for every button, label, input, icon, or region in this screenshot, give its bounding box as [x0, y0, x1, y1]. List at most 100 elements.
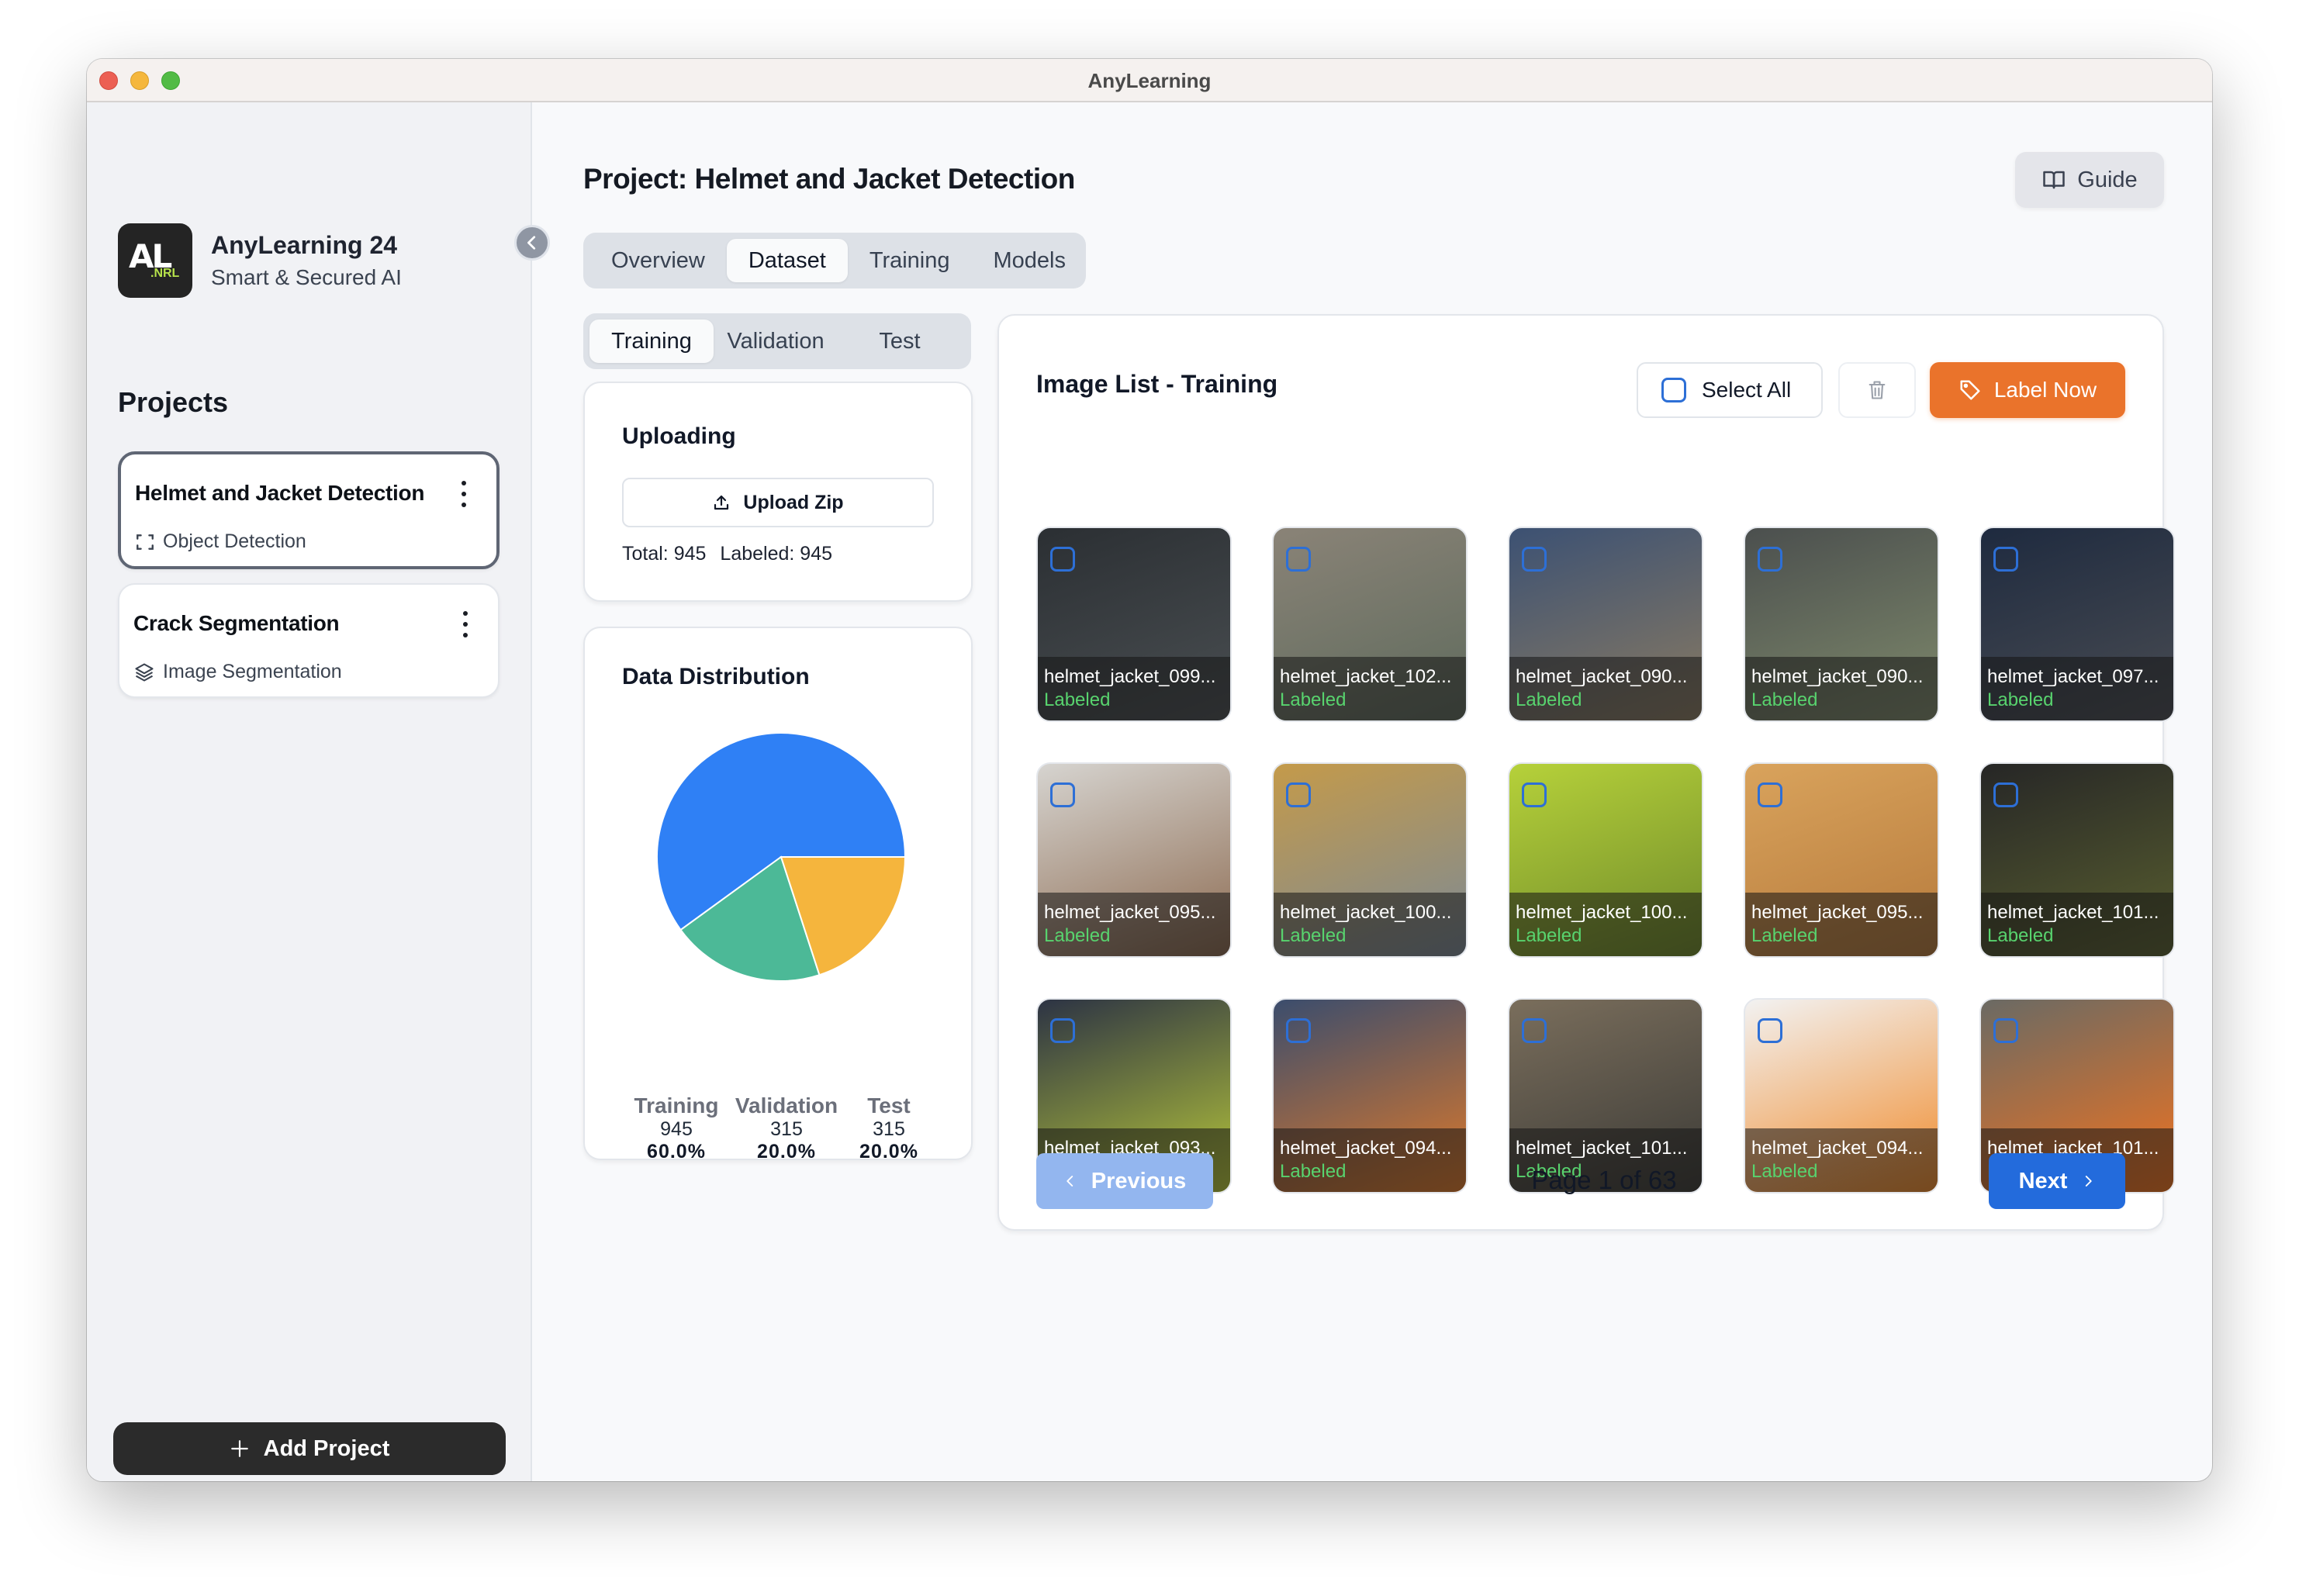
image-thumbnail[interactable]: helmet_jacket_100... Labeled	[1272, 762, 1468, 958]
tag-icon	[1960, 380, 1980, 400]
project-card-helmet-jacket[interactable]: Helmet and Jacket Detection Object Detec…	[118, 451, 500, 569]
image-select-checkbox[interactable]	[1522, 782, 1547, 807]
layers-icon	[135, 662, 154, 682]
image-filename: helmet_jacket_095...	[1044, 902, 1216, 923]
image-status: Labeled	[1987, 925, 2054, 946]
window-title: AnyLearning	[1087, 69, 1212, 92]
image-thumbnail[interactable]: helmet_jacket_090... Labeled	[1744, 527, 1939, 722]
legend-count: 945	[660, 1118, 693, 1140]
labeled-count: Labeled: 945	[720, 543, 833, 565]
image-caption: helmet_jacket_101...Labeled	[1981, 893, 2173, 956]
project-type: Image Segmentation	[133, 661, 342, 683]
project-card-crack-segmentation[interactable]: Crack Segmentation Image Segmentation	[118, 583, 500, 698]
delete-button[interactable]	[1838, 362, 1916, 418]
image-select-checkbox[interactable]	[1993, 547, 2018, 572]
image-filename: helmet_jacket_101...	[1516, 1138, 1688, 1159]
label-now-button[interactable]: Label Now	[1930, 362, 2125, 418]
more-options-icon[interactable]	[459, 481, 468, 507]
image-select-checkbox[interactable]	[1050, 547, 1075, 572]
collapse-sidebar-button[interactable]	[514, 225, 550, 261]
next-label: Next	[2018, 1168, 2068, 1194]
add-project-button[interactable]: Add Project	[113, 1422, 506, 1475]
image-select-checkbox[interactable]	[1758, 782, 1782, 807]
image-thumbnail[interactable]: helmet_jacket_094... Labeled	[1272, 998, 1468, 1194]
tab-models[interactable]: Models	[972, 239, 1088, 282]
image-thumbnail[interactable]: helmet_jacket_094... Labeled	[1744, 998, 1939, 1194]
data-distribution-card: Data Distribution Training 945 60.0% Val…	[583, 627, 973, 1163]
legend-label: Training	[634, 1093, 719, 1118]
tab-training[interactable]: Training	[848, 239, 972, 282]
image-select-checkbox[interactable]	[1993, 1018, 2018, 1043]
image-select-checkbox[interactable]	[1286, 547, 1311, 572]
image-select-checkbox[interactable]	[1993, 782, 2018, 807]
image-caption: helmet_jacket_090... Labeled	[1509, 657, 1702, 720]
tab-dataset[interactable]: Dataset	[726, 239, 848, 282]
image-select-checkbox[interactable]	[1758, 1018, 1782, 1043]
image-filename: helmet_jacket_090...	[1516, 666, 1688, 687]
image-caption: helmet_jacket_097... Labeled	[1981, 657, 2173, 720]
split-tabs: Training Validation Test	[583, 313, 971, 369]
image-caption: helmet_jacket_095... Labeled	[1745, 893, 1938, 956]
app-tagline: Smart & Secured AI	[211, 265, 402, 289]
image-caption: helmet_jacket_099... Labeled	[1038, 657, 1230, 720]
image-list-title: Image List - Training	[1036, 370, 1278, 398]
upload-zip-button[interactable]: Upload Zip	[622, 478, 934, 527]
previous-label: Previous	[1091, 1168, 1187, 1194]
image-filename: helmet_jacket_090...	[1751, 666, 1924, 687]
image-select-checkbox[interactable]	[1758, 547, 1782, 572]
image-thumbnail[interactable]: helmet_jacket_099... Labeled	[1036, 527, 1232, 722]
select-all-label: Select All	[1702, 378, 1792, 402]
uploading-card: Uploading Upload Zip Total: 945 Labeled:…	[583, 382, 973, 602]
image-thumbnail[interactable]: helmet_jacket_102... Labeled	[1272, 527, 1468, 722]
chevron-right-icon	[2086, 1176, 2093, 1187]
legend-percent: 20.0%	[859, 1141, 918, 1162]
image-select-checkbox[interactable]	[1522, 1018, 1547, 1043]
logo-suffix: .NRL	[150, 267, 180, 280]
select-all-checkbox[interactable]	[1661, 378, 1686, 402]
tab-overview[interactable]: Overview	[589, 239, 727, 282]
upload-icon	[714, 495, 729, 510]
image-thumbnail[interactable]: helmet_jacket_095... Labeled	[1744, 762, 1939, 958]
app-name: AnyLearning 24	[211, 231, 398, 259]
legend-count: 315	[770, 1118, 803, 1140]
uploading-title: Uploading	[622, 423, 736, 449]
split-tab-test[interactable]: Test	[838, 320, 962, 363]
project-type-label: Image Segmentation	[163, 661, 342, 682]
chart-title: Data Distribution	[622, 664, 810, 689]
image-select-checkbox[interactable]	[1050, 782, 1075, 807]
pie-chart	[656, 732, 907, 982]
more-options-icon[interactable]	[461, 611, 470, 637]
split-tab-training[interactable]: Training	[589, 320, 714, 363]
image-filename: helmet_jacket_094...	[1751, 1138, 1924, 1159]
split-tab-validation[interactable]: Validation	[714, 320, 838, 363]
app-window: AnyLearning AL .NRL AnyLearning 24 Smart…	[87, 59, 2212, 1481]
legend-percent: 60.0%	[647, 1141, 706, 1162]
project-name: Crack Segmentation	[133, 611, 340, 635]
image-status: Labeled	[1280, 925, 1347, 946]
image-thumbnail[interactable]: helmet_jacket_100... Labeled	[1508, 762, 1703, 958]
legend-label: Test	[867, 1093, 911, 1118]
image-thumbnail[interactable]: helmet_jacket_090... Labeled	[1508, 527, 1703, 722]
legend-percent: 20.0%	[757, 1141, 816, 1162]
image-thumbnail[interactable]: helmet_jacket_097... Labeled	[1979, 527, 2175, 722]
image-thumbnail[interactable]: helmet_jacket_095... Labeled	[1036, 762, 1232, 958]
image-select-checkbox[interactable]	[1050, 1018, 1075, 1043]
image-caption: helmet_jacket_100... Labeled	[1274, 893, 1466, 956]
legend-item-training: Training 945 60.0%	[622, 1093, 731, 1163]
sidebar: AL .NRL AnyLearning 24 Smart & Secured A…	[87, 102, 532, 1481]
guide-button[interactable]: Guide	[2015, 152, 2164, 208]
image-status: Labeled	[1751, 689, 1818, 710]
image-thumbnail[interactable]: helmet_jacket_101...Labeled	[1508, 998, 1703, 1194]
image-filename: helmet_jacket_100...	[1516, 902, 1688, 923]
previous-page-button[interactable]: Previous	[1036, 1153, 1213, 1209]
image-status: Labeled	[1044, 925, 1111, 946]
page-indicator: Page 1 of 63	[1531, 1166, 1677, 1194]
select-all-button[interactable]: Select All	[1637, 362, 1823, 418]
image-select-checkbox[interactable]	[1286, 782, 1311, 807]
total-count: Total: 945	[622, 543, 707, 565]
image-select-checkbox[interactable]	[1286, 1018, 1311, 1043]
image-thumbnail[interactable]: helmet_jacket_101...Labeled	[1979, 762, 2175, 958]
app-logo: AL .NRL	[118, 223, 192, 298]
image-select-checkbox[interactable]	[1522, 547, 1547, 572]
next-page-button[interactable]: Next	[1989, 1153, 2125, 1209]
